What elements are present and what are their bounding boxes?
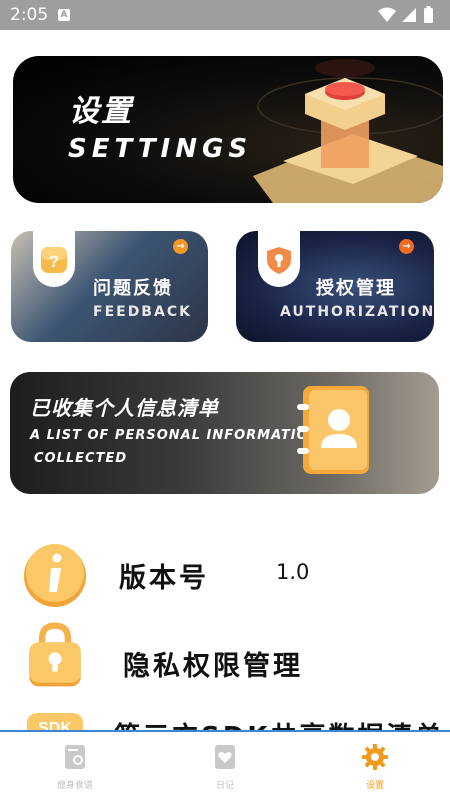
version-label: 版本号: [119, 563, 209, 594]
nav-label-recipes: 瘦身食谱: [56, 781, 93, 791]
banner-title: 设置: [69, 94, 133, 129]
privacy-permission-row[interactable]: 隐私权限管理: [0, 620, 450, 700]
diary-icon: [215, 745, 235, 769]
personal-info-list-card[interactable]: 已收集个人信息清单 A LIST OF PERSONAL INFORMATION…: [10, 372, 439, 494]
personal-info-subtitle-line2: COLLECTED: [34, 451, 128, 466]
status-icons: [378, 6, 433, 23]
svg-text:SDK: SDK: [38, 720, 72, 730]
nav-item-settings[interactable]: 设置: [335, 744, 415, 791]
notification-badge: A: [58, 9, 70, 21]
nav-label-diary: 日记: [215, 781, 234, 791]
lock-icon: [29, 622, 81, 687]
arrow-right-icon: →: [173, 239, 188, 254]
feedback-title: 问题反馈: [93, 278, 173, 299]
privacy-permission-label: 隐私权限管理: [123, 651, 303, 682]
feedback-card[interactable]: ? → 问题反馈 FEEDBACK: [11, 231, 208, 342]
wifi-icon: [378, 7, 396, 22]
bottom-navigation: 瘦身食谱 日记 设置: [0, 730, 450, 801]
version-value: 1.0: [276, 560, 310, 584]
sdk-list-label: 第三方SDK共享数据清单: [114, 716, 444, 730]
question-icon: ?: [41, 247, 67, 273]
recipe-icon: [65, 745, 85, 769]
nav-label-settings: 设置: [365, 781, 384, 791]
arrow-right-icon: →: [399, 239, 414, 254]
signal-icon: [402, 8, 416, 22]
authorization-title: 授权管理: [316, 278, 396, 299]
nav-item-diary[interactable]: 日记: [185, 744, 265, 791]
contact-book-icon: [297, 386, 369, 474]
version-row: 版本号 1.0: [0, 538, 450, 618]
shield-icon: [267, 247, 291, 274]
authorization-subtitle: AUTHORIZATION: [280, 304, 434, 320]
svg-text:?: ?: [49, 252, 59, 271]
status-time: 2:05: [10, 5, 49, 25]
settings-banner: 设置 SETTINGS: [13, 56, 443, 203]
feedback-subtitle: FEEDBACK: [93, 304, 192, 320]
gear-icon: [362, 744, 388, 770]
settings-illustration-icon: [253, 59, 443, 203]
info-icon: [24, 544, 86, 607]
battery-icon: [424, 6, 433, 23]
banner-subtitle: SETTINGS: [68, 134, 253, 164]
personal-info-title: 已收集个人信息清单: [30, 396, 219, 420]
sdk-icon: SDK: [27, 713, 83, 730]
nav-item-recipes[interactable]: 瘦身食谱: [35, 744, 115, 791]
personal-info-subtitle-line1: A LIST OF PERSONAL INFORMATION: [30, 428, 321, 443]
sdk-list-row[interactable]: SDK 第三方SDK共享数据清单: [0, 708, 450, 730]
authorization-card[interactable]: → 授权管理 AUTHORIZATION: [236, 231, 434, 342]
status-bar: 2:05 A: [0, 0, 450, 30]
